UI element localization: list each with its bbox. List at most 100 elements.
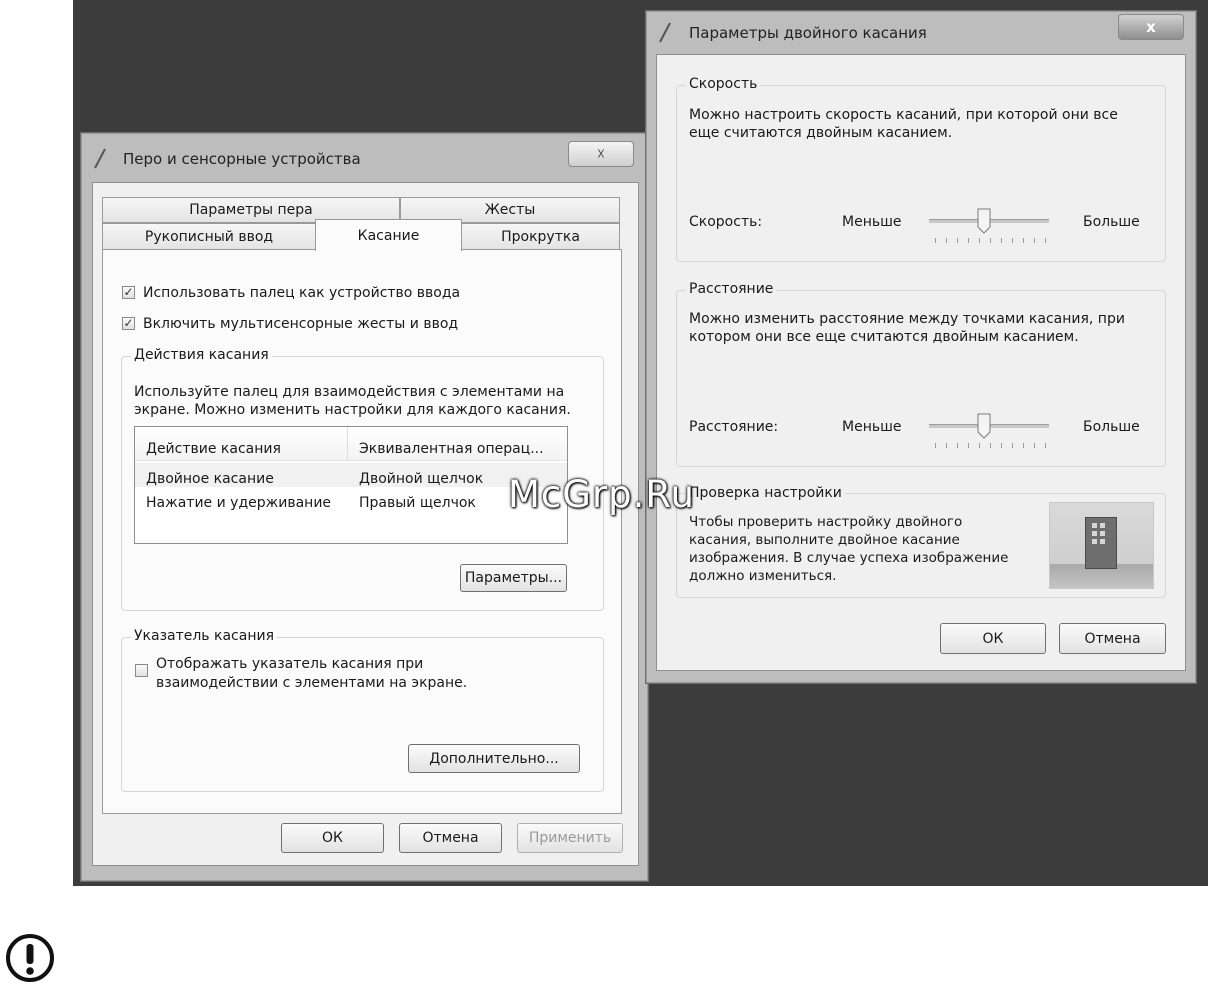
slider-ticks (935, 238, 1046, 244)
ok-button[interactable]: ОК (940, 623, 1046, 654)
distance-slider-label: Расстояние: (689, 419, 779, 435)
speed-slider-label: Скорость: (689, 214, 763, 230)
list-cell: Нажатие и удерживание (146, 495, 332, 511)
speed-slider[interactable] (929, 208, 1049, 244)
ok-button[interactable]: ОК (281, 823, 384, 853)
slider-tick (979, 238, 980, 243)
slider-tick (990, 238, 991, 243)
tab-label: Жесты (484, 202, 536, 218)
touch-actions-list[interactable]: Действие касания Эквивалентная операц...… (134, 426, 568, 544)
slider-thumb[interactable] (977, 208, 991, 234)
use-finger-label: Использовать палец как устройство ввода (143, 285, 461, 301)
touch-settings-button[interactable]: Параметры... (460, 564, 567, 592)
slider-tick (957, 238, 958, 243)
distance-min-label: Меньше (842, 419, 902, 435)
use-finger-checkbox[interactable]: ✓ (122, 286, 135, 299)
slider-tick (990, 443, 991, 448)
tab-label: Прокрутка (501, 228, 580, 245)
cancel-button[interactable]: Отмена (399, 823, 502, 853)
test-description: Чтобы проверить настройку двойного (689, 514, 963, 530)
slider-tick (935, 238, 936, 243)
button-label: ОК (982, 630, 1004, 647)
slider-tick (1045, 238, 1046, 243)
tab-label: Параметры пера (189, 202, 313, 218)
close-button[interactable]: ☓ (568, 141, 634, 167)
distance-max-label: Больше (1083, 419, 1140, 435)
slider-tick (1001, 443, 1002, 448)
pen-icon (659, 22, 671, 43)
distance-group-label: Расстояние (686, 281, 777, 297)
slider-tick (1023, 238, 1024, 243)
door-window (1100, 531, 1105, 536)
speed-min-label: Меньше (842, 214, 902, 230)
show-touch-pointer-label: Отображать указатель касания при (156, 656, 424, 672)
slider-tick (1045, 443, 1046, 448)
window-title: Перо и сенсорные устройства (123, 150, 361, 168)
door-window (1092, 539, 1097, 544)
slider-tick (1034, 238, 1035, 243)
button-label: Дополнительно... (429, 750, 559, 767)
speed-description: еще считаются двойным касанием. (689, 125, 953, 141)
speed-max-label: Больше (1083, 214, 1140, 230)
pen-icon (94, 148, 106, 169)
tab-label: Касание (357, 227, 420, 244)
button-label: Отмена (1084, 630, 1141, 647)
slider-tick (946, 238, 947, 243)
button-label: ОК (322, 830, 343, 846)
close-icon: x (1146, 18, 1156, 36)
button-label: Параметры... (464, 570, 563, 586)
door-icon (1085, 517, 1117, 569)
door-window (1100, 523, 1105, 528)
slider-tick (968, 443, 969, 448)
test-description: касания, выполните двойное касание (689, 532, 960, 548)
apply-button[interactable]: Применить (517, 823, 623, 853)
slider-tick (1012, 443, 1013, 448)
list-cell: Правый щелчок (359, 495, 476, 511)
list-cell: Двойное касание (146, 471, 274, 487)
touch-actions-group-label: Действия касания (131, 347, 272, 363)
slider-tick (1023, 443, 1024, 448)
test-settings-group-label: Проверка настройки (686, 485, 845, 501)
cancel-button[interactable]: Отмена (1059, 623, 1166, 654)
column-header[interactable]: Эквивалентная операц... (359, 440, 544, 458)
door-window (1100, 539, 1105, 544)
column-header[interactable]: Действие касания (146, 440, 281, 458)
slider-tick (1001, 238, 1002, 243)
advanced-button[interactable]: Дополнительно... (408, 744, 580, 773)
slider-tick (935, 443, 936, 448)
tab-scroll[interactable]: Прокрутка (461, 223, 620, 250)
watermark: McGrp.Ru (508, 473, 695, 516)
tab-handwriting[interactable]: Рукописный ввод (102, 223, 316, 250)
button-label: Отмена (422, 830, 479, 846)
slider-tick (1012, 238, 1013, 243)
multitouch-checkbox[interactable]: ✓ (122, 317, 135, 330)
button-label: Применить (528, 830, 612, 846)
window-title: Параметры двойного касания (689, 24, 927, 42)
list-cell: Двойной щелчок (359, 471, 484, 487)
test-description: изображения. В случае успеха изображение (689, 550, 1009, 566)
slider-tick (957, 443, 958, 448)
test-door-image[interactable] (1049, 502, 1154, 589)
door-window (1092, 523, 1097, 528)
tab-label: Рукописный ввод (144, 228, 274, 245)
speed-group-label: Скорость (686, 76, 761, 92)
column-divider (347, 427, 348, 461)
slider-tick (946, 443, 947, 448)
slider-tick (968, 238, 969, 243)
speed-description: Можно настроить скорость касаний, при ко… (689, 107, 1118, 123)
close-icon: ☓ (597, 145, 605, 163)
slider-tick (979, 443, 980, 448)
slider-thumb[interactable] (977, 413, 991, 439)
touch-actions-description: экране. Можно изменить настройки для каж… (134, 402, 571, 418)
distance-slider[interactable] (929, 413, 1049, 449)
show-touch-pointer-checkbox[interactable] (135, 664, 148, 677)
slider-tick (1034, 443, 1035, 448)
close-button[interactable]: x (1118, 14, 1184, 40)
touch-actions-description: Используйте палец для взаимодействия с э… (134, 384, 565, 400)
exclamation-circle-icon (6, 934, 54, 982)
multitouch-label: Включить мультисенсорные жесты и ввод (143, 316, 459, 332)
touch-pointer-group-label: Указатель касания (131, 628, 277, 644)
slider-ticks (935, 443, 1046, 449)
tab-touch[interactable]: Касание (315, 219, 462, 251)
test-description: должно измениться. (689, 568, 837, 584)
